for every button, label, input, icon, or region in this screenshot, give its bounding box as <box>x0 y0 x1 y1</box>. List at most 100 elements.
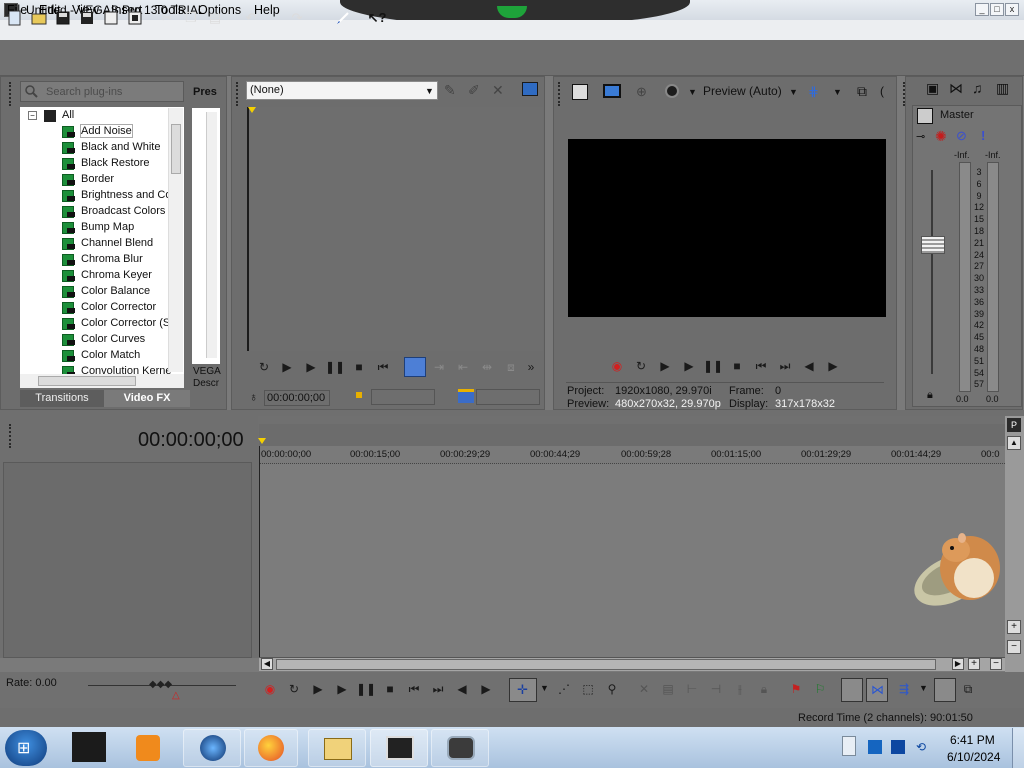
tree-root-all[interactable]: All <box>62 109 74 121</box>
panel-grip[interactable] <box>236 82 239 106</box>
track-headers-area[interactable] <box>3 462 252 658</box>
snapping-button[interactable] <box>934 678 956 702</box>
split-icon[interactable]: ⫲ <box>732 681 748 697</box>
chevron-down-icon[interactable]: ▼ <box>833 87 842 97</box>
stop-icon[interactable]: ■ <box>351 359 367 375</box>
in-point-icon[interactable] <box>356 392 362 398</box>
mixer-downmix-icon[interactable]: ⋈ <box>949 80 963 97</box>
chevron-down-icon[interactable]: ▼ <box>425 86 434 96</box>
record-icon[interactable]: ◉ <box>609 358 625 374</box>
mixer-meters-icon[interactable]: ▥ <box>996 80 1009 97</box>
clock-time[interactable]: 6:41 PM <box>950 733 995 747</box>
plugin-item[interactable]: Chroma Keyer <box>20 268 168 284</box>
plugin-item[interactable]: Border <box>20 172 168 188</box>
next-frame-icon[interactable]: ▶ <box>825 358 841 374</box>
ignore-grouping-button[interactable] <box>841 678 863 702</box>
zoom-in-icon[interactable]: + <box>968 658 980 670</box>
chevron-down-icon[interactable]: ▼ <box>688 87 697 97</box>
tray-icon-sync[interactable]: ⟲ <box>916 740 930 754</box>
panel-grip[interactable] <box>558 82 561 106</box>
master-fx-icon[interactable] <box>917 108 933 124</box>
chevron-down-icon[interactable]: ▼ <box>919 683 928 693</box>
paste-icon[interactable]: ▤ <box>206 9 224 27</box>
zoom-tool-icon[interactable]: ⚲ <box>604 681 620 697</box>
plugin-item[interactable]: Brightness and Co <box>20 188 172 204</box>
play-from-start-icon[interactable]: ▶ <box>310 681 326 697</box>
scroll-left-icon[interactable]: ◀ <box>261 658 273 670</box>
render-icon[interactable] <box>126 9 144 27</box>
fit-icon[interactable]: ⧈ <box>503 359 519 375</box>
close-button[interactable]: x <box>1005 3 1019 16</box>
taskbar-app-globe[interactable] <box>183 729 241 767</box>
zoom-out-icon[interactable]: − <box>990 658 1002 670</box>
play-icon[interactable]: ▶ <box>681 358 697 374</box>
trimmer-video-area[interactable] <box>247 107 543 351</box>
scroll-right-icon[interactable]: ▶ <box>952 658 964 670</box>
insert-marker-icon[interactable]: ⚑ <box>788 681 804 697</box>
trimmer-edit-icon[interactable]: ✐ <box>468 82 480 99</box>
pause-icon[interactable]: ❚❚ <box>356 681 376 697</box>
pause-icon[interactable]: ❚❚ <box>325 359 345 375</box>
go-to-end-icon[interactable]: ⏭ <box>777 358 793 374</box>
go-to-start-icon[interactable]: ⏮ <box>406 681 422 697</box>
preview-quality-dropdown[interactable]: Preview (Auto) <box>703 84 782 98</box>
plugin-item[interactable]: Color Match <box>20 348 168 364</box>
previous-frame-icon[interactable]: ◀ <box>801 358 817 374</box>
open-icon[interactable] <box>30 9 48 27</box>
copy-snapshot-icon[interactable]: ⧉ <box>857 83 867 100</box>
add-to-timeline-icon[interactable]: ⇥ <box>431 359 447 375</box>
fx-icon[interactable]: ✺ <box>935 128 947 145</box>
minimize-button[interactable]: _ <box>975 3 989 16</box>
panel-grip[interactable] <box>9 82 12 106</box>
timeline-cursor-marker[interactable] <box>258 438 266 444</box>
play-from-start-icon[interactable]: ▶ <box>279 359 295 375</box>
split-screen-icon[interactable]: ⊕ <box>636 84 647 100</box>
scroll-up-icon[interactable]: ▲ <box>1007 436 1021 450</box>
vscroll-mode-icon[interactable]: P <box>1007 418 1021 432</box>
stop-icon[interactable]: ■ <box>382 681 398 697</box>
plugin-item[interactable]: Color Balance <box>20 284 168 300</box>
video-fx-chain-icon[interactable] <box>665 84 679 98</box>
save-as-icon[interactable] <box>78 9 96 27</box>
lock-event-icon[interactable]: 🔒︎ <box>756 681 772 697</box>
trim-end-icon[interactable]: ⊣ <box>708 681 724 697</box>
add-before-icon[interactable]: ⇹ <box>479 359 495 375</box>
loop-icon[interactable]: ↻ <box>633 358 649 374</box>
chevron-down-icon[interactable]: ▼ <box>789 87 798 97</box>
go-to-start-icon[interactable]: ⏮ <box>753 358 769 374</box>
trim-start-icon[interactable]: ⊢ <box>684 681 700 697</box>
new-icon[interactable] <box>6 9 24 27</box>
redo-icon[interactable]: ↷ <box>288 9 306 27</box>
tab-video-fx[interactable]: Video FX <box>104 390 190 407</box>
tray-icon-device[interactable] <box>868 740 882 754</box>
taskbar-app-media[interactable] <box>431 729 489 767</box>
mute-icon[interactable]: ⊸ <box>916 130 925 143</box>
previous-frame-icon[interactable]: ◀ <box>454 681 470 697</box>
plugin-item[interactable]: Broadcast Colors <box>20 204 168 220</box>
taskbar-pinned-app-icon[interactable] <box>72 732 106 762</box>
show-hidden-icons[interactable] <box>842 736 856 756</box>
media-player-icon[interactable] <box>136 735 160 761</box>
plugin-item[interactable]: Black Restore <box>20 156 168 172</box>
play-icon[interactable]: ▶ <box>303 359 319 375</box>
properties-icon[interactable] <box>102 9 120 27</box>
go-to-end-icon[interactable]: ⏭ <box>430 681 446 697</box>
playhead[interactable] <box>259 446 260 657</box>
timeline-scroll-thumb[interactable] <box>276 659 936 670</box>
ripple-edit-icon[interactable]: ⇶ <box>896 681 912 697</box>
pause-icon[interactable]: ❚❚ <box>703 358 723 374</box>
taskbar-app-explorer[interactable] <box>308 729 366 767</box>
taskbar-app-vegas[interactable] <box>370 729 428 767</box>
maximize-button[interactable]: □ <box>990 3 1004 16</box>
record-icon[interactable]: ◉ <box>262 681 278 697</box>
insert-region-icon[interactable]: ⚐ <box>812 681 828 697</box>
vzoom-out-icon[interactable]: − <box>1007 640 1021 654</box>
loop-icon[interactable]: ↻ <box>286 681 302 697</box>
clock-date[interactable]: 6/10/2024 <box>947 750 1000 764</box>
plugin-item[interactable]: Channel Blend <box>20 236 168 252</box>
selection-tool-icon[interactable]: ⬚ <box>580 681 596 697</box>
plugin-item[interactable]: Convolution Kerne <box>20 364 172 374</box>
panel-grip[interactable] <box>9 424 12 448</box>
presets-list[interactable] <box>192 108 220 364</box>
chevron-down-icon[interactable]: ▼ <box>540 683 549 693</box>
